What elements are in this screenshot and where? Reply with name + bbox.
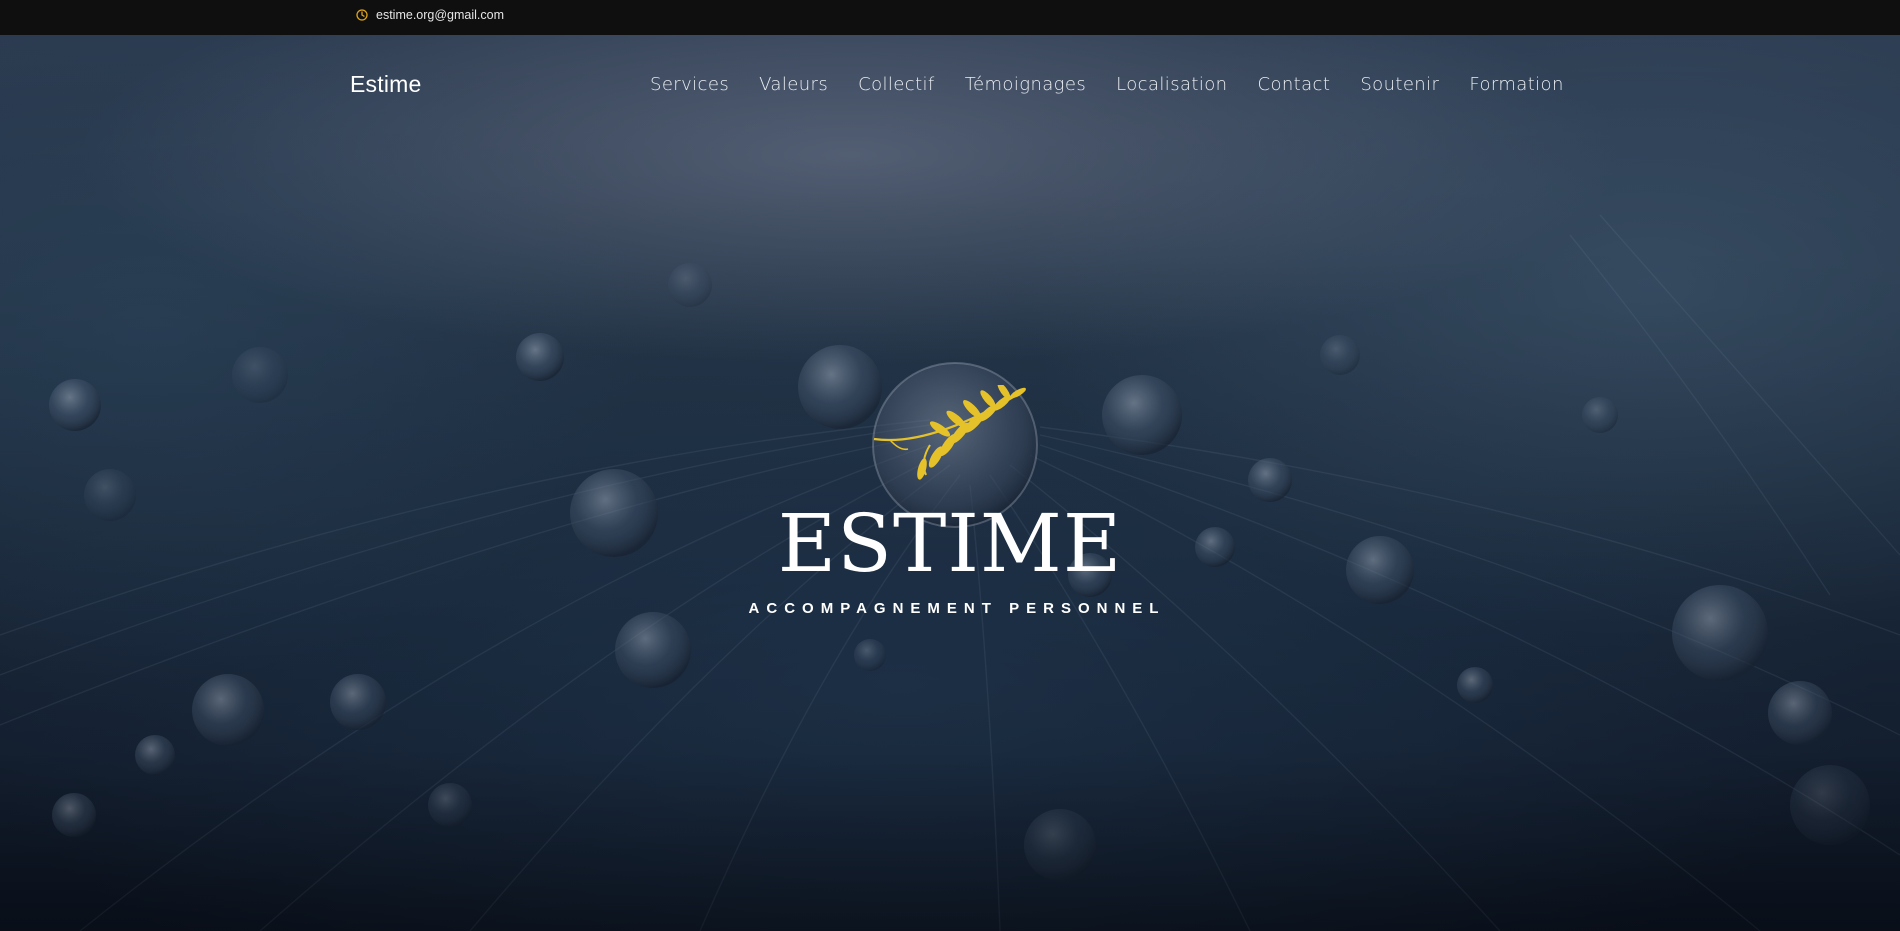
nav-link-contact[interactable]: Contact (1257, 74, 1330, 95)
topbar-email[interactable]: estime.org@gmail.com (376, 8, 504, 22)
brand-logo-text[interactable]: Estime (350, 71, 422, 98)
olive-branch-icon (870, 382, 1030, 490)
nav-link-soutenir[interactable]: Soutenir (1360, 74, 1439, 95)
nav-link-localisation[interactable]: Localisation (1116, 74, 1227, 95)
nav-link-valeurs[interactable]: Valeurs (759, 74, 828, 95)
clock-icon (356, 9, 368, 21)
hero-subtitle: ACCOMPAGNEMENT PERSONNEL (748, 600, 1166, 617)
top-bar: estime.org@gmail.com (0, 0, 1900, 35)
hero-title: ESTIME (777, 497, 1123, 590)
nav-link-temoignages[interactable]: Témoignages (965, 74, 1086, 95)
main-navbar: Estime Services Valeurs Collectif Témoig… (0, 35, 1900, 135)
nav-link-services[interactable]: Services (650, 74, 729, 95)
nav-links: Services Valeurs Collectif Témoignages L… (650, 74, 1564, 95)
topbar-email-contact[interactable]: estime.org@gmail.com (356, 8, 504, 22)
nav-link-collectif[interactable]: Collectif (858, 74, 935, 95)
nav-link-formation[interactable]: Formation (1469, 74, 1563, 95)
